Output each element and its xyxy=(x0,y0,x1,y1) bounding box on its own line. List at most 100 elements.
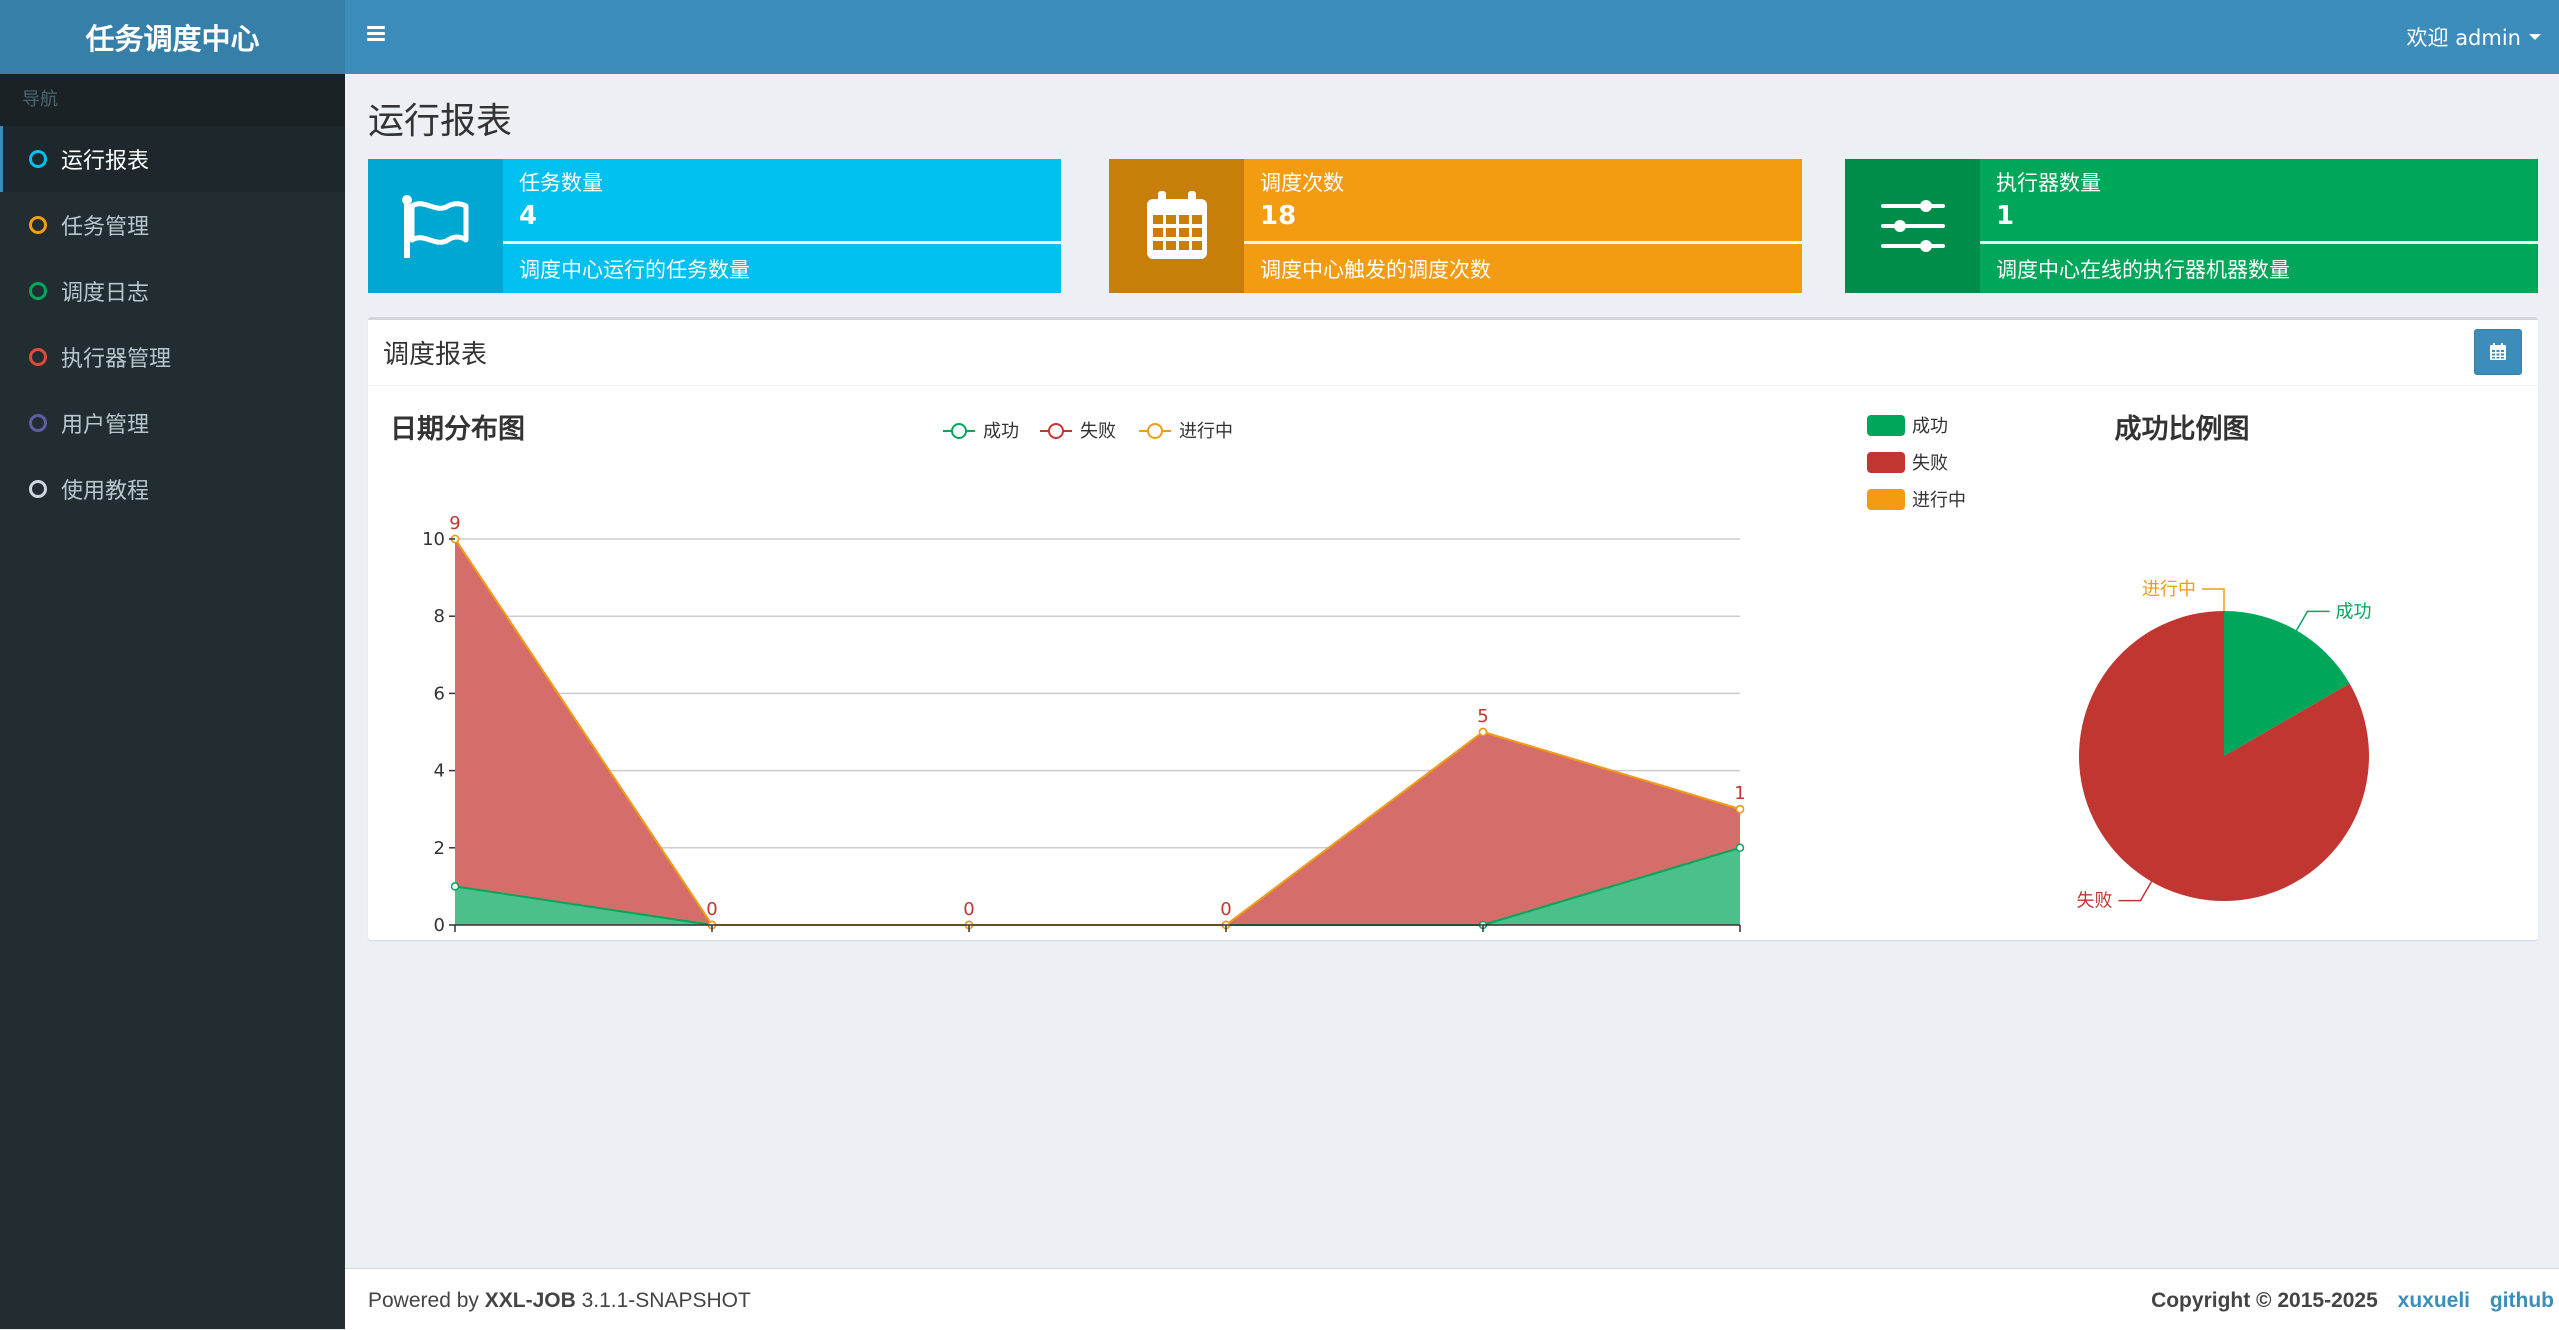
success-ratio-chart: 成功比例图 成功失败进行中 成功失败进行中 xyxy=(1867,414,2372,912)
slice-label: 成功 xyxy=(2336,601,2372,622)
top-navbar: 欢迎 admin xyxy=(345,0,2559,74)
y-tick-label: 6 xyxy=(434,683,445,704)
info-description: 调度中心在线的执行器机器数量 xyxy=(1996,258,2290,282)
info-icon-box xyxy=(368,159,503,293)
circle-icon xyxy=(29,216,47,234)
sidebar-item-label: 调度日志 xyxy=(61,281,150,306)
data-label: 0 xyxy=(1220,899,1231,920)
calendar-icon xyxy=(2490,343,2506,360)
date-filter-button[interactable] xyxy=(2474,329,2522,375)
chart-title: 日期分布图 xyxy=(390,414,525,445)
info-content: 任务数量 4 调度中心运行的任务数量 xyxy=(503,159,1061,293)
info-icon-box xyxy=(1845,159,1980,293)
author-link[interactable]: xuxueli xyxy=(2398,1289,2470,1312)
sidebar-item-help[interactable]: 使用教程 xyxy=(0,456,345,522)
info-icon-box xyxy=(1109,159,1244,293)
info-content: 执行器数量 1 调度中心在线的执行器机器数量 xyxy=(1980,159,2538,293)
chart-legend: 成功 失败 进行中 xyxy=(943,421,1233,442)
pie-slices xyxy=(2079,611,2369,901)
flag-icon xyxy=(401,195,468,258)
sidebar-item-label: 执行器管理 xyxy=(61,347,172,372)
footer-copyright: Copyright © 2015-2025 xuxueli github xyxy=(2151,1289,2554,1313)
info-box-executors: 执行器数量 1 调度中心在线的执行器机器数量 xyxy=(1845,159,2538,293)
chart-legend: 成功失败进行中 xyxy=(1867,415,1966,511)
circle-icon xyxy=(29,414,47,432)
data-label: 0 xyxy=(963,899,974,920)
circle-icon xyxy=(29,480,47,498)
progress-bar xyxy=(1980,241,2538,244)
report-title: 调度报表 xyxy=(383,340,488,370)
copyright-text: Copyright © 2015-2025 xyxy=(2151,1289,2378,1312)
legend-label: 失败 xyxy=(1080,421,1116,442)
info-box-triggers: 调度次数 18 调度中心触发的调度次数 xyxy=(1109,159,1802,293)
data-point xyxy=(1735,804,1745,814)
legend-item[interactable]: 失败 xyxy=(1040,421,1116,442)
circle-icon xyxy=(29,150,47,168)
area-series xyxy=(455,539,1740,925)
info-number: 1 xyxy=(1996,201,2015,231)
info-label: 调度次数 xyxy=(1260,171,1344,195)
slice-label: 失败 xyxy=(2077,891,2113,912)
calendar-icon xyxy=(1146,191,1207,259)
sidebar-item-jobs[interactable]: 任务管理 xyxy=(0,192,345,258)
sidebar-item-report[interactable]: 运行报表 xyxy=(0,126,345,192)
app-logo[interactable]: 任务调度中心 xyxy=(0,0,345,74)
sidebar-item-label: 任务管理 xyxy=(61,215,150,240)
legend-item[interactable]: 进行中 xyxy=(1867,489,1966,511)
footer: Powered by XXL-JOB 3.1.1-SNAPSHOT Copyri… xyxy=(345,1268,2559,1330)
legend-item[interactable]: 成功 xyxy=(943,421,1019,442)
sidebar-item-executors[interactable]: 执行器管理 xyxy=(0,324,345,390)
legend-label: 成功 xyxy=(983,421,1019,442)
info-description: 调度中心运行的任务数量 xyxy=(519,258,750,282)
sidebar-item-label: 用户管理 xyxy=(61,413,150,438)
sidebar-item-logs[interactable]: 调度日志 xyxy=(0,258,345,324)
y-tick-label: 8 xyxy=(434,606,445,627)
legend-label: 失败 xyxy=(1912,453,1948,474)
info-description: 调度中心触发的调度次数 xyxy=(1260,258,1491,282)
label-line xyxy=(2202,588,2225,611)
product-name: XXL-JOB xyxy=(484,1289,576,1312)
sidebar-item-users[interactable]: 用户管理 xyxy=(0,390,345,456)
info-content: 调度次数 18 调度中心触发的调度次数 xyxy=(1244,159,1802,293)
legend-label: 进行中 xyxy=(1179,421,1233,442)
legend-label: 成功 xyxy=(1912,416,1948,437)
circle-icon xyxy=(29,282,47,300)
sidebar-item-label: 运行报表 xyxy=(61,149,150,174)
info-number: 4 xyxy=(519,201,538,231)
date-distribution-chart: 日期分布图 成功失败进行中 02468102025-05-302025-05-3… xyxy=(390,414,1746,935)
menu-toggle-icon[interactable] xyxy=(367,26,385,42)
report-box: 调度报表 日期分布图 成功失败进行中 02468102025-05-302025… xyxy=(368,317,2538,940)
legend-item[interactable]: 失败 xyxy=(1867,452,1948,474)
label-line xyxy=(2295,610,2330,631)
circle-icon xyxy=(29,348,47,366)
sliders-icon xyxy=(1880,200,1945,252)
data-label: 5 xyxy=(1477,706,1488,727)
github-link[interactable]: github xyxy=(2490,1289,2554,1312)
chart-areas xyxy=(455,539,1740,925)
data-label: 0 xyxy=(706,899,717,920)
data-point xyxy=(1478,727,1488,737)
y-tick-label: 2 xyxy=(434,838,445,859)
user-menu[interactable]: 欢迎 admin xyxy=(2407,0,2541,74)
y-tick-label: 0 xyxy=(434,915,445,935)
box-divider xyxy=(368,385,2538,386)
data-point xyxy=(450,882,460,891)
user-menu-label: 欢迎 admin xyxy=(2406,26,2521,50)
data-point xyxy=(1735,843,1745,853)
caret-down-icon xyxy=(2529,34,2541,40)
sidebar-header: 导航 xyxy=(0,74,345,126)
progress-bar xyxy=(503,241,1061,244)
y-tick-label: 10 xyxy=(422,529,445,550)
legend-item[interactable]: 成功 xyxy=(1867,415,1948,437)
page-title: 运行报表 xyxy=(368,101,513,142)
info-number: 18 xyxy=(1260,201,1297,231)
info-box-jobs: 任务数量 4 调度中心运行的任务数量 xyxy=(368,159,1061,293)
info-label: 执行器数量 xyxy=(1996,171,2101,195)
data-label: 9 xyxy=(449,513,460,534)
sidebar: 导航 运行报表 任务管理 调度日志 执行器管理 用户管理 使用教程 xyxy=(0,74,345,1329)
label-line xyxy=(2118,881,2153,902)
legend-item[interactable]: 进行中 xyxy=(1139,421,1233,442)
sidebar-item-label: 使用教程 xyxy=(61,479,150,504)
legend-label: 进行中 xyxy=(1912,490,1966,511)
y-tick-label: 4 xyxy=(434,761,445,782)
